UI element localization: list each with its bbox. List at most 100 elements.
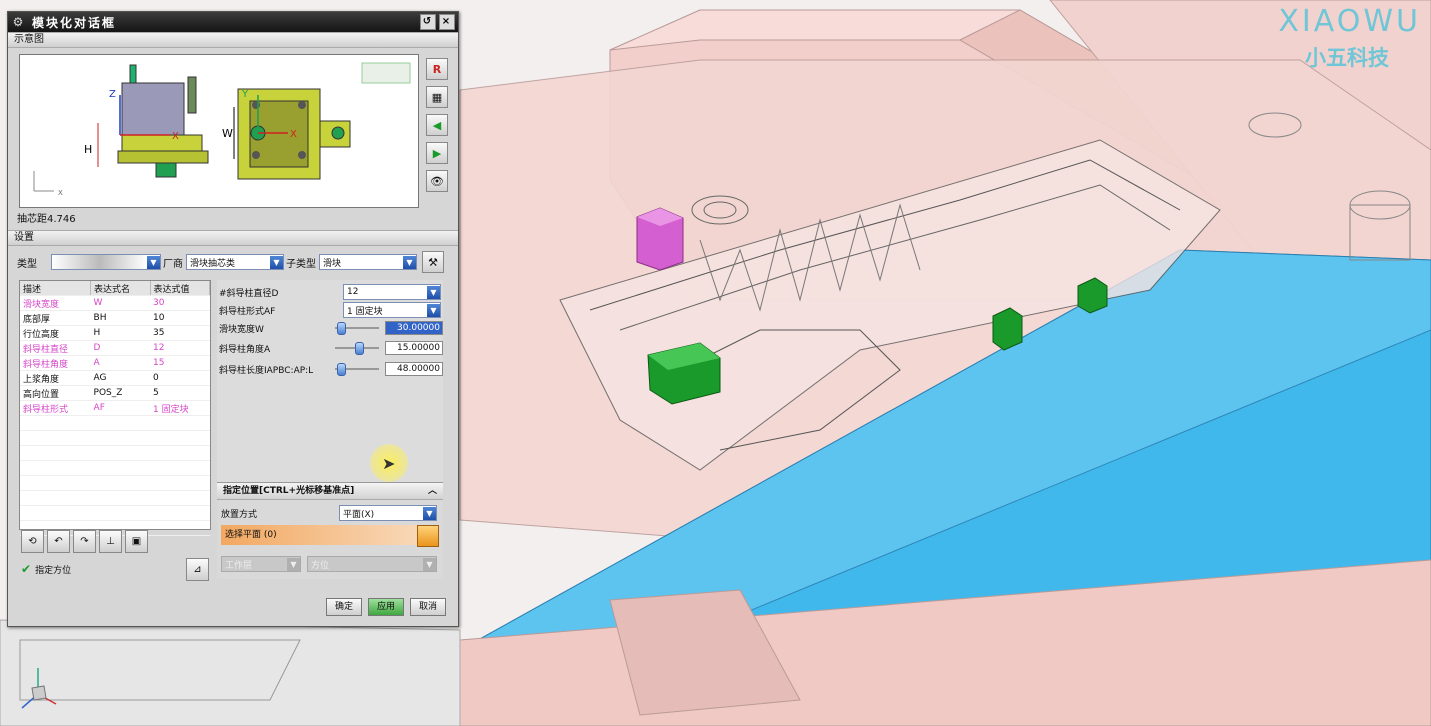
select-plane-icon[interactable] (417, 525, 439, 547)
table-cell-desc: 高向位置 (20, 385, 91, 401)
placement-method-row: 放置方式 平面(X) ▼ (221, 505, 437, 521)
table-cell-desc: 行位高度 (20, 325, 91, 341)
type-label: 类型 (17, 258, 37, 270)
param-input-a[interactable]: 15.00000 (385, 341, 443, 355)
specify-orientation-row[interactable]: ✔ 指定方位 (21, 562, 71, 576)
placement-header[interactable]: 指定位置[CTRL+光标移基准点] ︿ (217, 483, 443, 500)
apply-button[interactable]: 应用 (367, 598, 404, 616)
table-cell-desc: 底部厚 (20, 310, 91, 326)
subtype-label: 子类型 (286, 258, 316, 270)
param-row-w: 滑块宽度W 30.00000 (219, 321, 443, 335)
param-slider-a[interactable] (335, 342, 379, 355)
table-row[interactable]: 行位高度 H 35 (20, 325, 210, 341)
param-label-w: 滑块宽度W (219, 324, 264, 335)
col-header-description[interactable]: 描述 (20, 281, 92, 296)
placement-method-dropdown[interactable]: 平面(X) ▼ (339, 505, 437, 521)
table-cell-name: AG (90, 370, 150, 386)
chevron-up-icon[interactable]: ︿ (428, 483, 437, 499)
select-plane-field[interactable]: 选择平面 (0) (221, 525, 419, 545)
table-row[interactable]: 斜导柱角度 A 15 (20, 355, 210, 371)
col-header-expr-value[interactable]: 表达式值 (150, 281, 210, 296)
dim-label-w: W (222, 127, 233, 140)
chevron-down-icon[interactable]: ▼ (427, 303, 440, 317)
table-row[interactable]: 上浆角度 AG 0 (20, 370, 210, 386)
brand-name-cn: 小五科技 (1305, 46, 1389, 70)
cancel-button[interactable]: 取消 (409, 598, 446, 616)
table-row[interactable]: 斜导柱直径 D 12 (20, 340, 210, 356)
wrench-icon[interactable]: ⚒ (422, 251, 444, 273)
table-cell-name: W (90, 295, 150, 311)
reset-icon[interactable]: R (426, 58, 448, 80)
param-input-w[interactable]: 30.00000 (385, 321, 443, 335)
parameter-pane: #斜导柱直径D 12 ▼ 斜导柱形式AF 1 固定块 ▼ 滑块宽度W 30.0000… (217, 280, 443, 482)
disabled-dropdown-1: 工作层 ▼ (221, 556, 301, 572)
vendor-dropdown[interactable]: 滑块抽芯类 ▼ (186, 254, 284, 270)
table-row[interactable]: 底部厚 BH 10 (20, 310, 210, 326)
table-row-empty (20, 475, 210, 491)
col-header-expr-name[interactable]: 表达式名 (90, 281, 151, 296)
component-icon[interactable]: ▣ (125, 530, 148, 553)
table-cell-name: H (90, 325, 150, 341)
modular-dialog[interactable]: ⚙ 模块化对话框 ↺ × 示意图 Z X H Y X W X R ▦ ◀ ▶ 👁… (7, 11, 459, 627)
subtype-value: 滑块 (323, 258, 342, 269)
subtype-dropdown[interactable]: 滑块 ▼ (319, 254, 417, 270)
dialog-titlebar[interactable]: ⚙ 模块化对话框 ↺ × (8, 12, 458, 32)
disabled-label-1: 工作层 (225, 560, 253, 571)
param-row-af: 斜导柱形式AF 1 固定块 ▼ (219, 302, 441, 318)
placement-method-value: 平面(X) (343, 509, 375, 520)
chevron-down-icon[interactable]: ▼ (403, 255, 416, 269)
table-cell-name: D (90, 340, 150, 356)
brand-name-en: XIAOWU (1278, 4, 1421, 39)
type-dropdown[interactable]: ▼ (51, 254, 161, 270)
restore-icon[interactable]: ↺ (420, 14, 436, 30)
arrow-left-icon[interactable]: ◀ (426, 114, 448, 136)
rotate-right-icon[interactable]: ↷ (73, 530, 96, 553)
table-row[interactable]: 滑块宽度 W 30 (20, 295, 210, 311)
mini-axis-x: X (58, 189, 63, 197)
param-slider-w[interactable] (335, 322, 379, 335)
rotate-back-icon[interactable]: ↶ (47, 530, 70, 553)
table-row[interactable]: 斜导柱形式 AF 1 固定块 (20, 400, 210, 416)
table-row-empty (20, 430, 210, 446)
ok-button[interactable]: 确定 (325, 598, 362, 616)
table-cell-value: 1 固定块 (150, 400, 210, 416)
table-cell-value: 30 (150, 295, 210, 311)
gear-icon[interactable]: ⚙ (12, 15, 26, 29)
close-icon[interactable]: × (439, 14, 455, 30)
axis-label-x-side: X (172, 131, 179, 142)
param-label-af: 斜导柱形式AF (219, 306, 276, 317)
axis-label-x-top: X (290, 129, 297, 140)
vendor-value: 滑块抽芯类 (190, 258, 236, 269)
preview-section-header[interactable]: 示意图 (8, 32, 458, 48)
table-row[interactable]: 高向位置 POS_Z 5 (20, 385, 210, 401)
arrow-right-icon[interactable]: ▶ (426, 142, 448, 164)
param-label-d: #斜导柱直径D (219, 288, 279, 299)
chevron-down-icon[interactable]: ▼ (147, 255, 160, 269)
table-cell-value: 35 (150, 325, 210, 341)
chevron-down-icon[interactable]: ▼ (423, 506, 436, 520)
param-dropdown-af[interactable]: 1 固定块 ▼ (343, 302, 441, 318)
view-triad-icon[interactable] (18, 664, 58, 714)
table-cell-desc: 滑块宽度 (20, 295, 91, 311)
param-row-a: 斜导柱角度A 15.00000 (219, 341, 443, 355)
disabled-row: 工作层 ▼ 方位 ▼ (221, 556, 437, 572)
axis-label-z: Z (109, 89, 116, 100)
anchor-icon[interactable]: ⊥ (99, 530, 122, 553)
param-row-d: #斜导柱直径D 12 ▼ (219, 284, 441, 300)
param-value-d: 12 (347, 287, 359, 297)
chevron-down-icon[interactable]: ▼ (270, 255, 283, 269)
side-toolbar: R ▦ ◀ ▶ 👁 (426, 58, 448, 198)
rotate-left-icon[interactable]: ⟲ (21, 530, 44, 553)
param-input-l[interactable]: 48.00000 (385, 362, 443, 376)
param-dropdown-d[interactable]: 12 ▼ (343, 284, 441, 300)
param-value-af: 1 固定块 (347, 306, 383, 317)
calculator-icon[interactable]: ▦ (426, 86, 448, 108)
csys-icon[interactable]: ⊿ (186, 558, 209, 581)
table-cell-desc: 斜导柱形式 (20, 400, 91, 416)
settings-section-header[interactable]: 设置 (8, 230, 458, 246)
chevron-down-icon[interactable]: ▼ (427, 285, 440, 299)
table-cell-value: 0 (150, 370, 210, 386)
param-slider-l[interactable] (335, 363, 379, 376)
table-cell-name: BH (90, 310, 150, 326)
eye-icon[interactable]: 👁 (426, 170, 448, 192)
